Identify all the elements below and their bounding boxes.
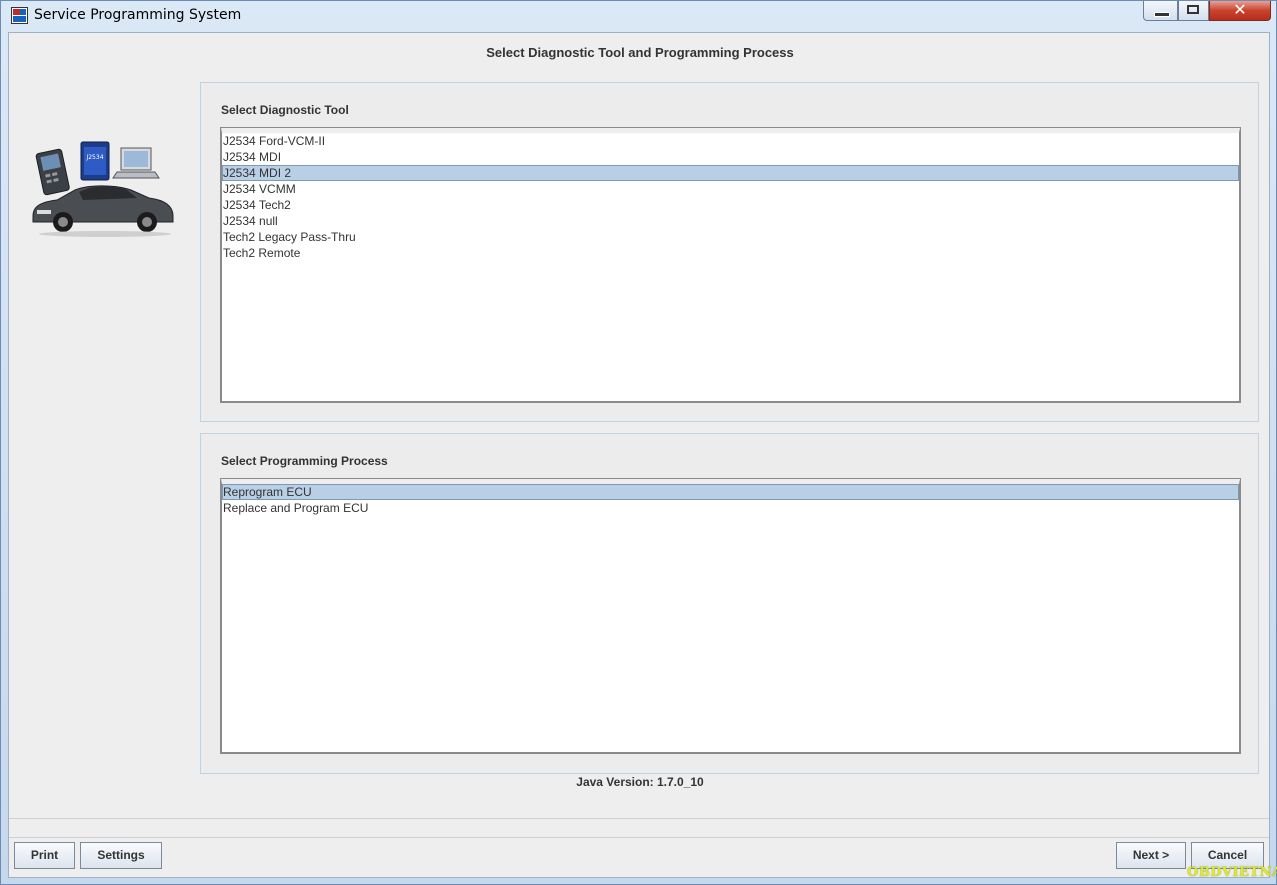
tool-list-item[interactable]: J2534 VCMM xyxy=(222,181,1239,197)
programming-process-list[interactable]: Reprogram ECU Replace and Program ECU xyxy=(220,478,1241,754)
process-list-item[interactable]: Reprogram ECU xyxy=(222,484,1239,500)
minimize-button[interactable] xyxy=(1143,1,1178,21)
close-button[interactable]: ✕ xyxy=(1209,1,1271,21)
process-list-item[interactable]: Replace and Program ECU xyxy=(222,500,1239,516)
maximize-button[interactable] xyxy=(1178,1,1209,21)
java-version: Java Version: 1.7.0_10 xyxy=(576,775,704,789)
tool-list-item[interactable]: J2534 MDI 2 xyxy=(222,165,1239,181)
tool-list-item[interactable]: J2534 null xyxy=(222,213,1239,229)
tool-list-item[interactable]: Tech2 Remote xyxy=(222,245,1239,261)
diagnostic-tool-label: Select Diagnostic Tool xyxy=(221,103,349,117)
diagnostic-tool-list[interactable]: J2534 Ford-VCM-II J2534 MDI J2534 MDI 2 J25… xyxy=(220,127,1241,403)
tool-list-item[interactable]: J2534 Tech2 xyxy=(222,197,1239,213)
main-content: Select Diagnostic Tool and Programming P… xyxy=(8,32,1270,878)
device-label: J2534 xyxy=(85,154,103,161)
programming-process-panel: Select Programming Process Reprogram ECU… xyxy=(200,433,1259,774)
tool-list-item[interactable]: J2534 MDI xyxy=(222,149,1239,165)
close-icon: ✕ xyxy=(1233,0,1247,19)
status-bar xyxy=(9,818,1269,838)
tool-list-item[interactable]: Tech2 Legacy Pass-Thru xyxy=(222,229,1239,245)
diagnostic-tool-panel: Select Diagnostic Tool J2534 Ford-VCM-II… xyxy=(200,82,1259,422)
window-title: Service Programming System xyxy=(34,7,242,23)
diagnostic-tools-car-logo: J2534 xyxy=(32,141,174,237)
title-bar[interactable]: Service Programming System ✕ xyxy=(1,1,1276,31)
print-button[interactable]: Print xyxy=(14,842,75,869)
next-button[interactable]: Next > xyxy=(1116,842,1186,869)
page-title: Select Diagnostic Tool and Programming P… xyxy=(486,45,794,60)
minimize-icon xyxy=(1154,12,1170,17)
settings-button[interactable]: Settings xyxy=(80,842,162,869)
watermark: OBDVIETNAM xyxy=(1187,865,1277,880)
app-icon[interactable] xyxy=(11,7,28,24)
app-window: Service Programming System ✕ Select Diag… xyxy=(0,0,1277,885)
programming-process-label: Select Programming Process xyxy=(221,454,388,468)
maximize-icon xyxy=(1187,5,1199,14)
tool-list-item[interactable]: J2534 Ford-VCM-II xyxy=(222,133,1239,149)
